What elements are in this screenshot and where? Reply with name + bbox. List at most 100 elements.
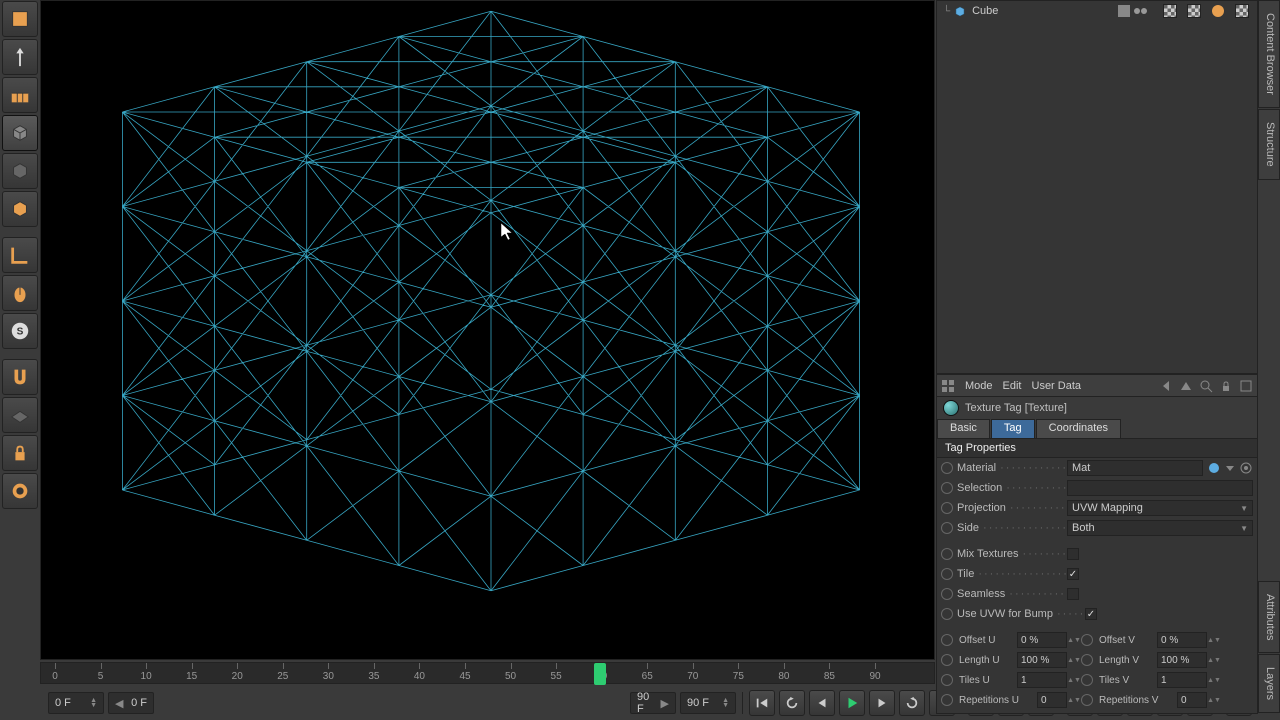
next-frame-button[interactable] <box>869 690 895 716</box>
seamless-checkbox[interactable] <box>1067 588 1079 600</box>
length-u-field[interactable]: 100 % <box>1017 652 1067 668</box>
nav-back-icon[interactable] <box>1159 379 1173 393</box>
length-v-field[interactable]: 100 % <box>1157 652 1207 668</box>
offset-u-field[interactable]: 0 % <box>1017 632 1067 648</box>
attribute-mode-icon[interactable] <box>941 379 955 393</box>
projection-dropdown[interactable]: UVW Mapping▼ <box>1067 500 1253 516</box>
timeline[interactable]: 051015202530354045505560657075808590 <box>40 660 935 688</box>
material-field[interactable]: Mat <box>1067 460 1203 476</box>
object-tool[interactable] <box>2 153 38 189</box>
end-frame-field[interactable]: 90 F▲▼ <box>680 692 736 714</box>
anim-dot[interactable] <box>941 588 953 600</box>
range-end-field[interactable]: 90 F▶ <box>630 692 676 714</box>
element-header: Texture Tag [Texture] <box>937 397 1257 419</box>
selection-field[interactable] <box>1067 480 1253 496</box>
tile-checkbox[interactable] <box>1067 568 1079 580</box>
texture-tag-1[interactable] <box>1161 2 1179 20</box>
anim-dot[interactable] <box>941 482 953 494</box>
playhead[interactable] <box>594 663 606 685</box>
start-frame-field[interactable]: 0 F▲▼ <box>48 692 104 714</box>
offset-v-field[interactable]: 0 % <box>1157 632 1207 648</box>
workplane-tool[interactable] <box>2 397 38 433</box>
seamless-label: Seamless <box>957 588 1067 600</box>
visibility-dots[interactable] <box>1134 8 1147 14</box>
anim-dot[interactable] <box>1081 694 1093 706</box>
reps-u-label: Repetitions U <box>959 695 1035 706</box>
anim-dot[interactable] <box>1081 634 1093 646</box>
anim-dot[interactable] <box>1081 654 1093 666</box>
mouse-tool[interactable] <box>2 275 38 311</box>
lock-tool[interactable] <box>2 435 38 471</box>
userdata-menu[interactable]: User Data <box>1032 380 1082 392</box>
anim-dot[interactable] <box>1081 674 1093 686</box>
range-start-field[interactable]: ◀0 F <box>108 692 154 714</box>
anim-dot[interactable] <box>941 502 953 514</box>
object-row[interactable]: └ Cube <box>937 1 1257 21</box>
nav-new-icon[interactable] <box>1239 379 1253 393</box>
polygon-tool[interactable] <box>2 191 38 227</box>
tiles-u-field[interactable]: 1 <box>1017 672 1067 688</box>
texture-tag-4[interactable] <box>1233 2 1251 20</box>
tab-coordinates[interactable]: Coordinates <box>1036 419 1121 438</box>
texture-tool[interactable] <box>2 77 38 113</box>
tiles-v-label: Tiles V <box>1099 675 1155 686</box>
material-picker-icon[interactable] <box>1207 461 1221 475</box>
vtab-content-browser[interactable]: Content Browser <box>1258 0 1280 108</box>
live-selection-tool[interactable] <box>2 1 38 37</box>
material-preview-icon <box>943 400 959 416</box>
anim-dot[interactable] <box>941 654 953 666</box>
material-target-icon[interactable] <box>1239 461 1253 475</box>
nav-lock-icon[interactable] <box>1219 379 1233 393</box>
timeline-ruler[interactable]: 051015202530354045505560657075808590 <box>40 662 935 684</box>
anim-dot[interactable] <box>941 694 953 706</box>
vtab-structure[interactable]: Structure <box>1258 109 1280 180</box>
attribute-menu: Mode Edit User Data <box>937 375 1257 397</box>
object-manager: └ Cube <box>936 0 1258 374</box>
anim-dot[interactable] <box>941 522 953 534</box>
length-u-label: Length U <box>959 655 1015 666</box>
vtab-layers[interactable]: Layers <box>1258 654 1280 713</box>
prev-frame-button[interactable] <box>809 690 835 716</box>
layer-color-icon[interactable] <box>1118 5 1130 17</box>
nav-search-icon[interactable] <box>1199 379 1213 393</box>
tiles-v-field[interactable]: 1 <box>1157 672 1207 688</box>
axis-tool[interactable] <box>2 237 38 273</box>
side-dropdown[interactable]: Both▼ <box>1067 520 1253 536</box>
uvw-bump-checkbox[interactable] <box>1085 608 1097 620</box>
object-name[interactable]: Cube <box>970 5 1114 17</box>
anim-dot[interactable] <box>941 634 953 646</box>
model-tool[interactable] <box>2 115 38 151</box>
vtab-attributes[interactable]: Attributes <box>1258 581 1280 653</box>
viewport[interactable] <box>40 0 935 660</box>
anim-dot[interactable] <box>941 548 953 560</box>
mode-menu[interactable]: Mode <box>965 380 993 392</box>
anim-dot[interactable] <box>941 674 953 686</box>
reps-u-field[interactable]: 0 <box>1037 692 1067 708</box>
magnet-tool[interactable] <box>2 359 38 395</box>
reps-v-field[interactable]: 0 <box>1177 692 1207 708</box>
texture-tag-2[interactable] <box>1185 2 1203 20</box>
attribute-manager: Mode Edit User Data Texture Tag [Texture… <box>936 374 1258 714</box>
mix-checkbox[interactable] <box>1067 548 1079 560</box>
material-label: Material <box>957 462 1067 474</box>
anim-dot[interactable] <box>941 568 953 580</box>
material-arrow-icon[interactable] <box>1223 461 1237 475</box>
texture-tag-3[interactable] <box>1209 2 1227 20</box>
tab-tag[interactable]: Tag <box>991 419 1035 438</box>
uv-tool[interactable] <box>2 473 38 509</box>
anim-dot[interactable] <box>941 608 953 620</box>
play-button[interactable] <box>839 690 865 716</box>
left-toolbar: S <box>0 0 40 660</box>
tab-basic[interactable]: Basic <box>937 419 990 438</box>
anim-dot[interactable] <box>941 462 953 474</box>
move-tool[interactable] <box>2 39 38 75</box>
tree-expand-icon: └ <box>943 6 950 17</box>
goto-start-button[interactable] <box>749 690 775 716</box>
nav-up-icon[interactable] <box>1179 379 1193 393</box>
snap-tool[interactable]: S <box>2 313 38 349</box>
length-v-label: Length V <box>1099 655 1155 666</box>
next-key-button[interactable] <box>899 690 925 716</box>
uvw-bump-label: Use UVW for Bump <box>957 608 1085 620</box>
edit-menu[interactable]: Edit <box>1003 380 1022 392</box>
prev-key-button[interactable] <box>779 690 805 716</box>
